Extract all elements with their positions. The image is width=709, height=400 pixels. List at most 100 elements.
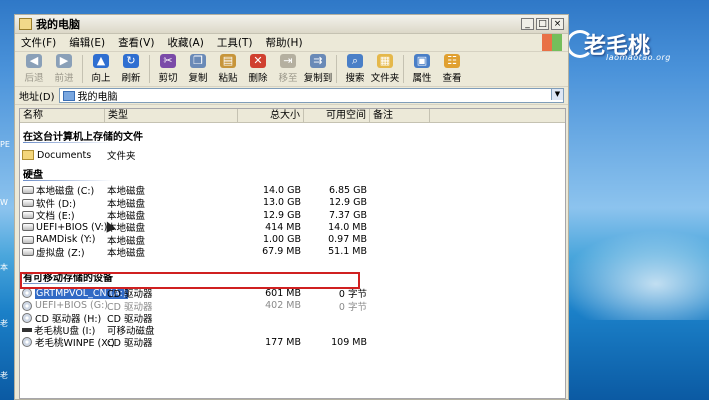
- column-header-total-size[interactable]: 总大小: [238, 109, 304, 122]
- drive-row[interactable]: 虚拟盘 (Z:) 本地磁盘 67.9 MB 51.1 MB: [20, 245, 565, 259]
- toolbar-button-label: 粘贴: [218, 73, 238, 84]
- item-free-space: 7.37 GB: [328, 209, 367, 221]
- desktop-icon-label[interactable]: W: [0, 198, 14, 207]
- maximize-button[interactable]: □: [536, 18, 549, 30]
- column-header-free-space[interactable]: 可用空间: [304, 109, 370, 122]
- desktop-icon-label[interactable]: 本: [0, 262, 14, 273]
- toolbar-separator: [82, 55, 83, 83]
- forward-button[interactable]: ▶ 前进: [49, 54, 79, 84]
- views-button[interactable]: ☷ 查看: [437, 54, 467, 84]
- forward-icon: ▶: [56, 54, 72, 68]
- properties-button[interactable]: ▣ 属性: [407, 54, 437, 84]
- hard-drive-icon: [22, 186, 34, 195]
- desktop-icon-label[interactable]: 老: [0, 318, 14, 329]
- window-title: 我的电脑: [36, 18, 80, 31]
- drive-row[interactable]: 老毛桃WINPE (X:) CD 驱动器 177 MB 109 MB: [20, 335, 565, 349]
- folder-icon: [22, 150, 34, 161]
- menu-file[interactable]: 文件(F): [21, 35, 56, 50]
- toolbar-button-label: 前进: [54, 73, 74, 84]
- menu-tools[interactable]: 工具(T): [217, 35, 253, 50]
- cut-icon: ✂: [160, 54, 176, 68]
- item-total-size: 414 MB: [265, 221, 301, 233]
- item-free-space: 51.1 MB: [328, 246, 367, 258]
- column-headers: 名称 类型 总大小 可用空间 备注: [20, 109, 565, 123]
- move-to-button[interactable]: ⇥ 移至: [273, 54, 303, 84]
- back-button[interactable]: ◀ 后退: [19, 54, 49, 84]
- hard-drive-icon: [22, 223, 34, 232]
- hard-drive-icon: [22, 198, 34, 207]
- paste-button[interactable]: ▤ 粘贴: [213, 54, 243, 84]
- toolbar-button-label: 查看: [442, 73, 462, 84]
- drive-row[interactable]: UEFI+BIOS (G:) CD 驱动器 402 MB 0 字节: [20, 299, 565, 313]
- search-button[interactable]: ⌕ 搜索: [340, 54, 370, 84]
- red-highlight-box: [20, 272, 360, 289]
- sea-highlight: [560, 230, 709, 320]
- column-header-name[interactable]: 名称: [20, 109, 105, 122]
- desktop-icon-label[interactable]: PE: [0, 140, 14, 149]
- copy-button[interactable]: ❐ 复制: [183, 54, 213, 84]
- explorer-window: 我的电脑 _ □ × 文件(F) 编辑(E) 查看(V) 收藏(A) 工具(T)…: [14, 14, 569, 400]
- drive-row[interactable]: CD 驱动器 (H:) CD 驱动器: [20, 312, 565, 325]
- toolbar-separator: [403, 55, 404, 83]
- item-name-cell: UEFI+BIOS (G:): [20, 300, 108, 311]
- item-name-cell: UEFI+BIOS (V:): [20, 221, 108, 233]
- delete-icon: ✕: [250, 54, 266, 68]
- toolbar-button-label: 搜索: [345, 73, 365, 84]
- item-free-space: 0 字节: [338, 301, 367, 313]
- copy-to-icon: ⇉: [310, 54, 326, 68]
- item-name: 文档 (E:): [36, 211, 75, 223]
- hard-drive-icon: [22, 247, 34, 256]
- desktop-icon-label[interactable]: 老: [0, 370, 14, 381]
- copy-icon: ❐: [190, 54, 206, 68]
- delete-button[interactable]: ✕ 删除: [243, 54, 273, 84]
- drive-row[interactable]: Documents 文件夹: [20, 149, 565, 162]
- item-free-space: 12.9 GB: [328, 197, 367, 209]
- address-label: 地址(D): [19, 92, 55, 103]
- properties-icon: ▣: [414, 54, 430, 68]
- item-free-space: 109 MB: [331, 336, 367, 348]
- up-button[interactable]: ▲ 向上: [86, 54, 116, 84]
- menu-favorites[interactable]: 收藏(A): [167, 35, 203, 50]
- refresh-button[interactable]: ↻ 刷新: [116, 54, 146, 84]
- toolbar-button-label: 后退: [24, 73, 44, 84]
- item-name: 老毛桃WINPE (X:): [35, 338, 115, 350]
- toolbar-button-label: 刷新: [121, 73, 141, 84]
- item-name-cell: 虚拟盘 (Z:): [20, 245, 105, 259]
- menu-edit[interactable]: 编辑(E): [69, 35, 105, 50]
- close-button[interactable]: ×: [551, 18, 564, 30]
- cut-button[interactable]: ✂ 剪切: [153, 54, 183, 84]
- column-header-comment[interactable]: 备注: [370, 109, 430, 122]
- menu-view[interactable]: 查看(V): [118, 35, 154, 50]
- copy-to-button[interactable]: ⇉ 复制到: [303, 54, 333, 84]
- item-name: UEFI+BIOS (V:): [36, 221, 108, 233]
- item-free-space: 14.0 MB: [328, 221, 367, 233]
- item-total-size: 601 MB: [265, 287, 301, 299]
- title-bar[interactable]: 我的电脑 _ □ ×: [15, 15, 568, 34]
- move-to-icon: ⇥: [280, 54, 296, 68]
- paste-icon: ▤: [220, 54, 236, 68]
- menu-help[interactable]: 帮助(H): [265, 35, 302, 50]
- item-total-size: 13.0 GB: [262, 197, 301, 209]
- usb-drive-icon: [22, 328, 32, 333]
- minimize-button[interactable]: _: [521, 18, 534, 30]
- toolbar: ◀ 后退 ▶ 前进 ▲ 向上 ↻ 刷新 ✂ 剪切 ❐ 复制 ▤ 粘贴 ✕ 删除 ⇥ 移至 ⇉ 复制到 ⌕ 搜索 ▦ 文件夹 ▣ 属…: [15, 52, 568, 87]
- cd-drive-icon: [22, 300, 32, 311]
- cd-drive-icon: [22, 312, 32, 323]
- menu-bar: 文件(F) 编辑(E) 查看(V) 收藏(A) 工具(T) 帮助(H): [15, 34, 568, 52]
- drive-row[interactable]: 文档 (E:) 本地磁盘 12.9 GB 7.37 GB: [20, 209, 565, 223]
- drive-row[interactable]: 老毛桃U盘 (I:) 可移动磁盘: [20, 324, 565, 337]
- toolbar-button-label: 删除: [248, 73, 268, 84]
- up-icon: ▲: [93, 54, 109, 68]
- folders-button[interactable]: ▦ 文件夹: [370, 54, 400, 84]
- column-header-type[interactable]: 类型: [105, 109, 238, 122]
- drive-row[interactable]: 本地磁盘 (C:) 本地磁盘 14.0 GB 6.85 GB: [20, 184, 565, 197]
- address-dropdown-button[interactable]: ▼: [551, 89, 563, 100]
- item-name-cell: RAMDisk (Y:): [20, 234, 105, 245]
- address-input[interactable]: 我的电脑 ▼: [58, 88, 564, 103]
- drive-row[interactable]: 软件 (D:) 本地磁盘 13.0 GB 12.9 GB: [20, 197, 565, 210]
- item-name-cell: 老毛桃WINPE (X:): [20, 335, 115, 349]
- item-name: 虚拟盘 (Z:): [36, 247, 85, 259]
- drive-row[interactable]: RAMDisk (Y:) 本地磁盘 1.00 GB 0.97 MB: [20, 233, 565, 247]
- toolbar-separator: [336, 55, 337, 83]
- hard-drive-icon: [22, 211, 34, 220]
